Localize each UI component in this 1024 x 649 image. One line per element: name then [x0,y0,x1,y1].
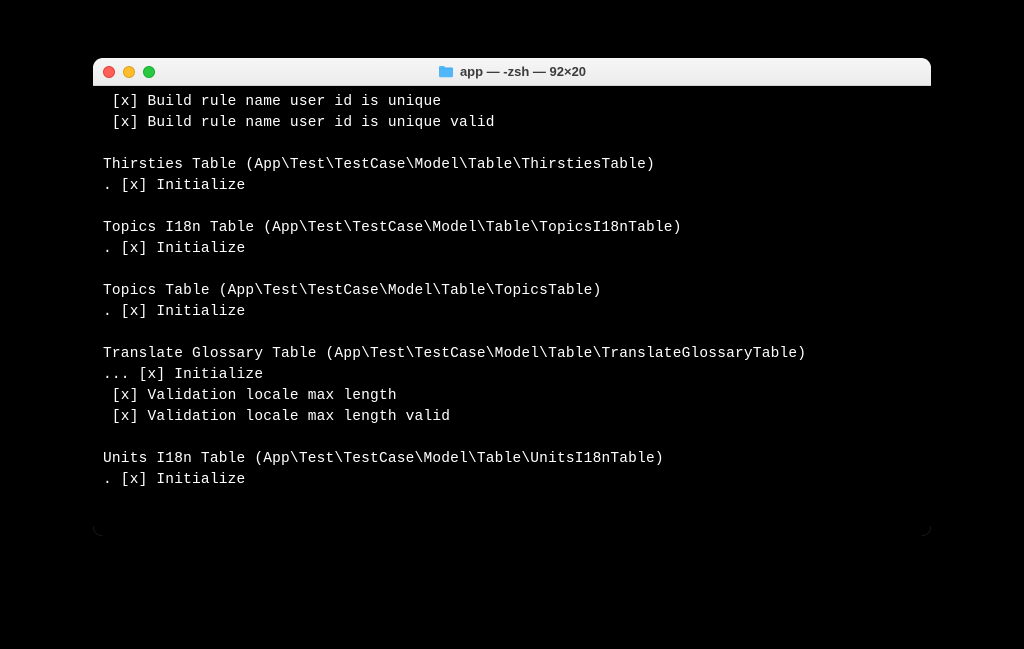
close-button[interactable] [103,66,115,78]
terminal-output[interactable]: [x] Build rule name user id is unique [x… [93,86,931,536]
zoom-button[interactable] [143,66,155,78]
traffic-lights [103,66,155,78]
minimize-button[interactable] [123,66,135,78]
window-title: app — -zsh — 92×20 [460,64,586,79]
terminal-window: app — -zsh — 92×20 [x] Build rule name u… [93,58,931,536]
folder-icon [438,65,454,78]
window-titlebar[interactable]: app — -zsh — 92×20 [93,58,931,86]
window-title-group: app — -zsh — 92×20 [93,64,931,79]
